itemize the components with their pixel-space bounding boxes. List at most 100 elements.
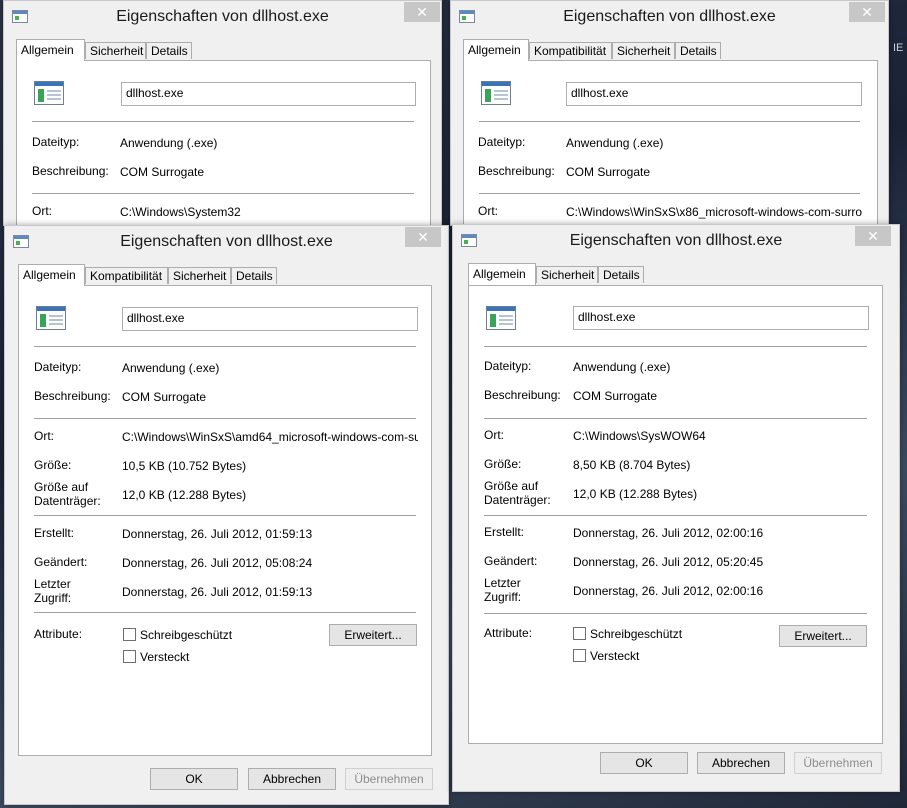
description-value: COM Surrogate bbox=[573, 389, 658, 403]
separator bbox=[484, 613, 867, 614]
modified-label: Geändert: bbox=[34, 555, 88, 569]
ok-button[interactable]: OK bbox=[150, 768, 238, 790]
separator bbox=[484, 515, 867, 516]
tab-sicherheit[interactable]: Sicherheit bbox=[612, 42, 675, 59]
close-button[interactable]: ✕ bbox=[855, 226, 891, 246]
description-label: Beschreibung: bbox=[32, 164, 109, 178]
disk-size-label-line1: Größe auf bbox=[484, 479, 539, 493]
application-file-icon bbox=[34, 81, 64, 105]
disk-size-label-line2: Datenträger: bbox=[34, 494, 101, 508]
window-title: Eigenschaften von dllhost.exe bbox=[569, 232, 783, 249]
accessed-label-line2: Zugriff: bbox=[34, 591, 72, 605]
separator bbox=[32, 121, 414, 122]
filetype-label: Dateityp: bbox=[478, 135, 526, 149]
readonly-checkbox[interactable] bbox=[123, 628, 136, 641]
ok-button[interactable]: OK bbox=[600, 752, 688, 774]
attributes-label: Attribute: bbox=[484, 626, 533, 640]
close-button[interactable]: ✕ bbox=[405, 227, 441, 247]
separator bbox=[34, 346, 416, 347]
filetype-value: Anwendung (.exe) bbox=[566, 136, 664, 150]
title-bar[interactable]: Eigenschaften von dllhost.exe ✕ bbox=[5, 226, 448, 256]
created-label: Erstellt: bbox=[34, 526, 75, 540]
location-label: Ort: bbox=[484, 428, 504, 442]
size-value: 8,50 KB (8.704 Bytes) bbox=[573, 458, 691, 472]
filename-field[interactable]: dllhost.exe bbox=[121, 82, 416, 106]
title-bar[interactable]: Eigenschaften von dllhost.exe ✕ bbox=[4, 1, 441, 31]
created-value: Donnerstag, 26. Juli 2012, 01:59:13 bbox=[122, 527, 313, 541]
advanced-button[interactable]: Erweitert... bbox=[329, 624, 417, 646]
accessed-value: Donnerstag, 26. Juli 2012, 01:59:13 bbox=[122, 585, 313, 599]
general-panel: dllhost.exe Dateityp: Anwendung (.exe) B… bbox=[463, 60, 878, 225]
separator bbox=[34, 612, 416, 613]
tab-sicherheit[interactable]: Sicherheit bbox=[536, 266, 598, 283]
location-value: C:\Windows\SysWOW64 bbox=[573, 429, 706, 443]
modified-label: Geändert: bbox=[484, 554, 538, 568]
apply-button[interactable]: Übernehmen bbox=[345, 768, 433, 790]
size-label: Größe: bbox=[34, 458, 72, 472]
tab-details[interactable]: Details bbox=[598, 266, 644, 283]
accessed-label-line1: Letzter bbox=[484, 576, 521, 590]
separator bbox=[484, 418, 867, 419]
title-bar[interactable]: Eigenschaften von dllhost.exe ✕ bbox=[453, 225, 899, 255]
application-file-icon bbox=[36, 306, 66, 330]
window-title: Eigenschaften von dllhost.exe bbox=[120, 233, 333, 250]
window-title: Eigenschaften von dllhost.exe bbox=[563, 8, 776, 25]
created-label: Erstellt: bbox=[484, 525, 525, 539]
tab-sicherheit[interactable]: Sicherheit bbox=[85, 42, 146, 59]
tab-allgemein[interactable]: Allgemein bbox=[16, 39, 85, 61]
tab-kompatibilitaet[interactable]: Kompatibilität bbox=[529, 42, 612, 59]
readonly-checkbox[interactable] bbox=[573, 627, 586, 640]
tab-allgemein[interactable]: Allgemein bbox=[468, 263, 536, 285]
readonly-label[interactable]: Schreibgeschützt bbox=[590, 628, 682, 641]
location-value: C:\Windows\System32 bbox=[120, 205, 241, 219]
disk-size-label-line2: Datenträger: bbox=[484, 493, 551, 507]
tab-allgemein[interactable]: Allgemein bbox=[18, 264, 85, 286]
close-button[interactable]: ✕ bbox=[404, 2, 440, 22]
cancel-button[interactable]: Abbrechen bbox=[248, 768, 336, 790]
hidden-label[interactable]: Versteckt bbox=[590, 650, 639, 663]
separator bbox=[484, 346, 867, 347]
advanced-button[interactable]: Erweitert... bbox=[779, 625, 867, 647]
application-file-icon bbox=[486, 306, 516, 330]
separator bbox=[34, 418, 416, 419]
window-title: Eigenschaften von dllhost.exe bbox=[116, 8, 329, 25]
filename-field[interactable]: dllhost.exe bbox=[566, 82, 862, 106]
separator bbox=[479, 121, 860, 122]
hidden-checkbox[interactable] bbox=[573, 649, 586, 662]
tab-details[interactable]: Details bbox=[146, 42, 192, 59]
accessed-label-line2: Zugriff: bbox=[484, 590, 522, 604]
description-value: COM Surrogate bbox=[122, 390, 207, 404]
accessed-value: Donnerstag, 26. Juli 2012, 02:00:16 bbox=[573, 584, 764, 598]
background-side-text: IE bbox=[893, 42, 904, 54]
readonly-label[interactable]: Schreibgeschützt bbox=[140, 629, 232, 642]
cancel-button[interactable]: Abbrechen bbox=[697, 752, 785, 774]
separator bbox=[34, 515, 416, 516]
close-button[interactable]: ✕ bbox=[849, 2, 885, 22]
general-panel: dllhost.exe Dateityp: Anwendung (.exe) B… bbox=[468, 285, 883, 744]
tab-details[interactable]: Details bbox=[231, 267, 277, 284]
filename-field[interactable]: dllhost.exe bbox=[573, 306, 869, 330]
general-panel: dllhost.exe Dateityp: Anwendung (.exe) B… bbox=[16, 60, 431, 225]
size-label: Größe: bbox=[484, 457, 522, 471]
properties-window-winsxs-amd64: Eigenschaften von dllhost.exe ✕ Allgemei… bbox=[4, 225, 449, 805]
location-label: Ort: bbox=[478, 204, 498, 218]
apply-button[interactable]: Übernehmen bbox=[794, 752, 882, 774]
filetype-label: Dateityp: bbox=[484, 359, 532, 373]
general-panel: dllhost.exe Dateityp: Anwendung (.exe) B… bbox=[18, 285, 432, 756]
hidden-label[interactable]: Versteckt bbox=[140, 651, 189, 664]
description-label: Beschreibung: bbox=[478, 164, 555, 178]
filetype-value: Anwendung (.exe) bbox=[122, 361, 220, 375]
location-value: C:\Windows\WinSxS\amd64_microsoft-window… bbox=[122, 430, 418, 444]
filename-field[interactable]: dllhost.exe bbox=[122, 307, 418, 331]
description-value: COM Surrogate bbox=[120, 165, 205, 179]
accessed-label-line1: Letzter bbox=[34, 577, 71, 591]
tab-allgemein[interactable]: Allgemein bbox=[463, 39, 529, 61]
tab-details[interactable]: Details bbox=[675, 42, 721, 59]
title-bar[interactable]: Eigenschaften von dllhost.exe ✕ bbox=[451, 1, 888, 31]
description-value: COM Surrogate bbox=[566, 165, 651, 179]
size-value: 10,5 KB (10.752 Bytes) bbox=[122, 459, 247, 473]
tab-sicherheit[interactable]: Sicherheit bbox=[168, 267, 231, 284]
properties-window-winsxs-x86: Eigenschaften von dllhost.exe ✕ Allgemei… bbox=[450, 0, 889, 226]
hidden-checkbox[interactable] bbox=[123, 650, 136, 663]
tab-kompatibilitaet[interactable]: Kompatibilität bbox=[85, 267, 168, 284]
